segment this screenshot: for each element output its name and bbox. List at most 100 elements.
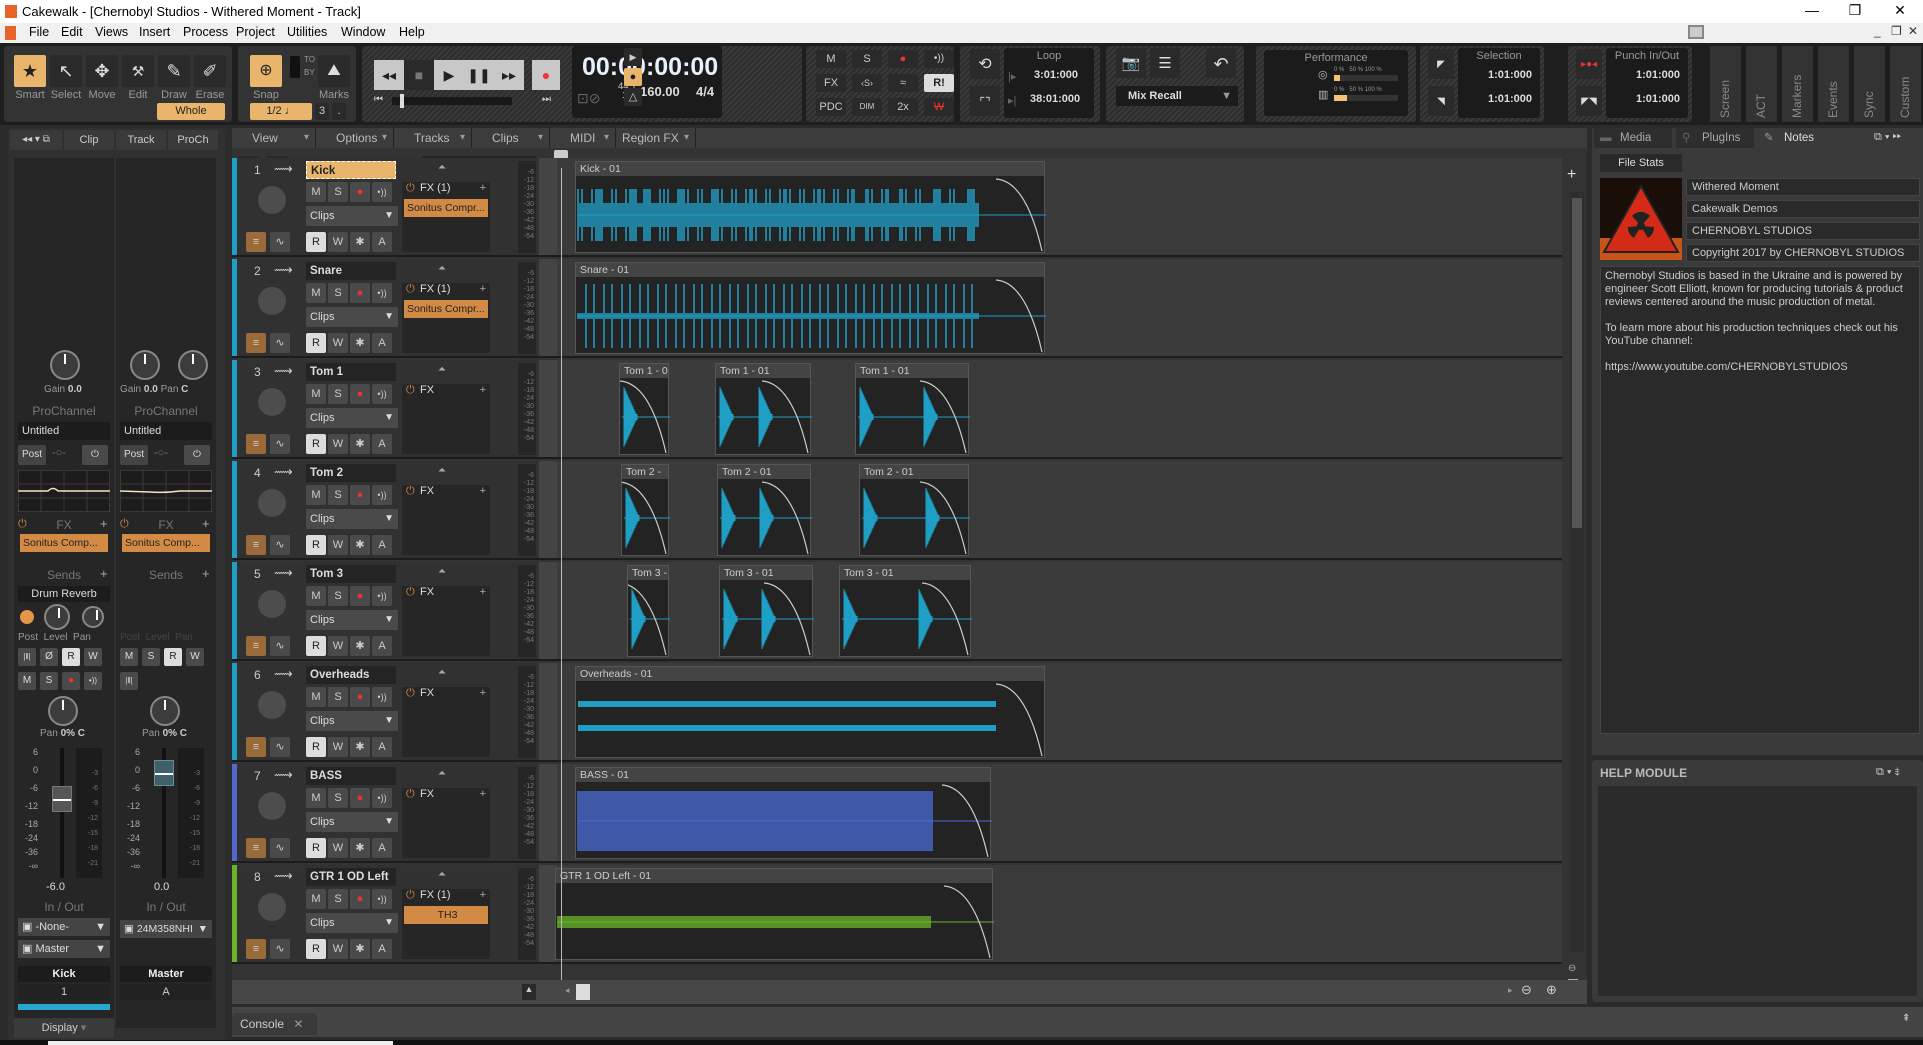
- draw-duration-whole[interactable]: Whole: [157, 103, 225, 120]
- archive-button[interactable]: A: [372, 939, 392, 959]
- double-speed-button[interactable]: 2x: [888, 98, 918, 116]
- output-dropdown[interactable]: ▣ Master ▼: [18, 940, 110, 958]
- events-tab[interactable]: Events: [1818, 46, 1849, 122]
- selection-start-button[interactable]: ◤: [1428, 49, 1454, 79]
- volume-fader-thumb[interactable]: [52, 786, 72, 812]
- freeze-button[interactable]: ✱: [350, 434, 370, 454]
- selection-start[interactable]: 1:01:000: [1488, 69, 1532, 81]
- punch-toggle-button[interactable]: ▸●◂: [1576, 49, 1602, 79]
- fullscreen-icon[interactable]: [1688, 25, 1704, 39]
- master-prochannel-power-button[interactable]: ⏻: [184, 445, 210, 465]
- add-fx-icon[interactable]: +: [100, 516, 108, 531]
- menu-help[interactable]: Help: [394, 25, 430, 39]
- master-solo-button[interactable]: S: [142, 648, 160, 666]
- freeze-button[interactable]: ✱: [350, 737, 370, 757]
- automation-lanes-button[interactable]: ∿: [270, 434, 290, 454]
- master-output-dropdown[interactable]: ▣ 24M358NHI ▼: [120, 920, 212, 938]
- collapse-track-icon[interactable]: ⏶: [438, 162, 446, 173]
- doc-close-button[interactable]: ✕: [1908, 24, 1918, 38]
- input-echo-button[interactable]: •)): [372, 586, 392, 606]
- menu-process[interactable]: Process: [178, 25, 233, 39]
- metronome-button[interactable]: △: [624, 88, 642, 106]
- display-dropdown[interactable]: Display ▾: [14, 1018, 114, 1038]
- help-module-controls[interactable]: ⧉ ▾ ⇟: [1876, 766, 1900, 779]
- write-automation-button[interactable]: W: [328, 636, 348, 656]
- master-pan-knob[interactable]: [178, 350, 208, 380]
- notes-subject-field[interactable]: Cakewalk Demos: [1686, 200, 1920, 218]
- clip-lane[interactable]: Kick - 01: [539, 158, 1562, 255]
- pause-button[interactable]: ❚❚: [464, 60, 494, 90]
- clip-lane[interactable]: Overheads - 01: [539, 663, 1562, 760]
- track-name[interactable]: Kick: [306, 161, 396, 179]
- track-header[interactable]: 7 ⟿ BASS ⏶ M S ● •)) Clips ▼ ≡ ∿ R W ✱ A …: [232, 764, 537, 861]
- track-header[interactable]: 2 ⟿ Snare ⏶ M S ● •)) Clips ▼ ≡ ∿ R W ✱ A…: [232, 259, 537, 356]
- stop-button[interactable]: ■: [404, 60, 434, 90]
- markers-tab[interactable]: Markers: [1782, 46, 1813, 122]
- notes-text-area[interactable]: Chernobyl Studios is based in the Ukrain…: [1600, 266, 1920, 734]
- power-icon[interactable]: ⏻: [406, 384, 415, 397]
- track-instrument-icon[interactable]: [258, 489, 286, 517]
- browser-controls[interactable]: ⧉ ▾ ▸▸: [1874, 131, 1901, 144]
- archive-button[interactable]: A: [372, 232, 392, 252]
- zoom-in-icon[interactable]: ⊕: [1546, 982, 1557, 998]
- solo-button[interactable]: S: [328, 182, 348, 202]
- clip-lane[interactable]: Tom 1 - 01 Tom 1 - 01 Tom 1 - 01: [539, 360, 1562, 457]
- clips-dropdown[interactable]: Clips ▼: [306, 509, 398, 529]
- menu-views[interactable]: Views: [90, 25, 133, 39]
- send-post-toggle[interactable]: [20, 610, 34, 624]
- snapshot-button[interactable]: 📷: [1116, 48, 1146, 78]
- loop-end[interactable]: 38:01:000: [1030, 93, 1080, 105]
- undo-button[interactable]: ↶: [1206, 48, 1236, 78]
- track-header[interactable]: 3 ⟿ Tom 1 ⏶ M S ● •)) Clips ▼ ≡ ∿ R W ✱ A…: [232, 360, 537, 457]
- menu-clips[interactable]: Clips: [472, 128, 550, 148]
- audio-clip[interactable]: BASS - 01: [575, 767, 992, 859]
- solo-button[interactable]: S: [328, 586, 348, 606]
- track-name[interactable]: Tom 2: [306, 464, 396, 482]
- add-fx-icon[interactable]: +: [480, 182, 486, 194]
- arm-button[interactable]: ●: [350, 283, 370, 303]
- prochannel-preset[interactable]: Untitled: [18, 422, 110, 440]
- fx-rack[interactable]: ⏻ FX (1) + TH3: [402, 889, 490, 959]
- collapse-track-icon[interactable]: ⏶: [438, 465, 446, 476]
- fx-rack[interactable]: ⏻ FX +: [402, 384, 490, 454]
- audio-clip[interactable]: Tom 2 -: [621, 464, 670, 556]
- dim-button[interactable]: DIM: [852, 98, 882, 116]
- track-instrument-icon[interactable]: [258, 590, 286, 618]
- zoom-out-icon[interactable]: ⊖: [1521, 982, 1532, 998]
- add-fx-icon[interactable]: +: [480, 485, 486, 497]
- arm-button[interactable]: ●: [350, 889, 370, 909]
- mute-button[interactable]: M: [18, 672, 36, 690]
- menu-midi[interactable]: MIDI: [550, 128, 616, 148]
- play-from-button[interactable]: ▶: [624, 48, 642, 66]
- write-automation-button[interactable]: W: [84, 648, 102, 666]
- now-time-slider[interactable]: [392, 94, 512, 108]
- solo-button[interactable]: S: [328, 687, 348, 707]
- menu-edit[interactable]: Edit: [56, 25, 88, 39]
- fast-forward-button[interactable]: ▸▸: [494, 60, 524, 90]
- go-to-end-icon[interactable]: ⏭: [542, 94, 556, 108]
- erase-tool-button[interactable]: ✐: [194, 55, 226, 87]
- master-mute-button[interactable]: M: [120, 648, 138, 666]
- read-automation-button[interactable]: R: [306, 838, 326, 858]
- clips-dropdown[interactable]: Clips ▼: [306, 408, 398, 428]
- write-automation-button[interactable]: W: [328, 838, 348, 858]
- track-instrument-icon[interactable]: [258, 388, 286, 416]
- archive-button[interactable]: A: [372, 434, 392, 454]
- automation-lanes-button[interactable]: ∿: [270, 232, 290, 252]
- punch-out[interactable]: 1:01:000: [1636, 93, 1680, 105]
- menu-region-fx[interactable]: Region FX: [616, 128, 696, 148]
- input-dropdown[interactable]: ▣ -None- ▼: [18, 918, 110, 936]
- menu-insert[interactable]: Insert: [134, 25, 175, 39]
- audio-clip[interactable]: Tom 3 - 01: [719, 565, 814, 657]
- input-echo-button[interactable]: •)): [372, 485, 392, 505]
- clips-dropdown[interactable]: Clips ▼: [306, 711, 398, 731]
- power-icon[interactable]: ⏻: [406, 687, 415, 700]
- edit-tool-button[interactable]: ⚒: [122, 55, 154, 87]
- lanes-button[interactable]: ≡: [246, 838, 266, 858]
- fx-plugin-slot[interactable]: Sonitus Compr...: [404, 199, 488, 217]
- read-automation-button[interactable]: R: [306, 939, 326, 959]
- send-level-knob[interactable]: [44, 604, 70, 630]
- arm-button[interactable]: ●: [350, 182, 370, 202]
- track-instrument-icon[interactable]: [258, 691, 286, 719]
- master-strip-name[interactable]: Master: [120, 966, 212, 982]
